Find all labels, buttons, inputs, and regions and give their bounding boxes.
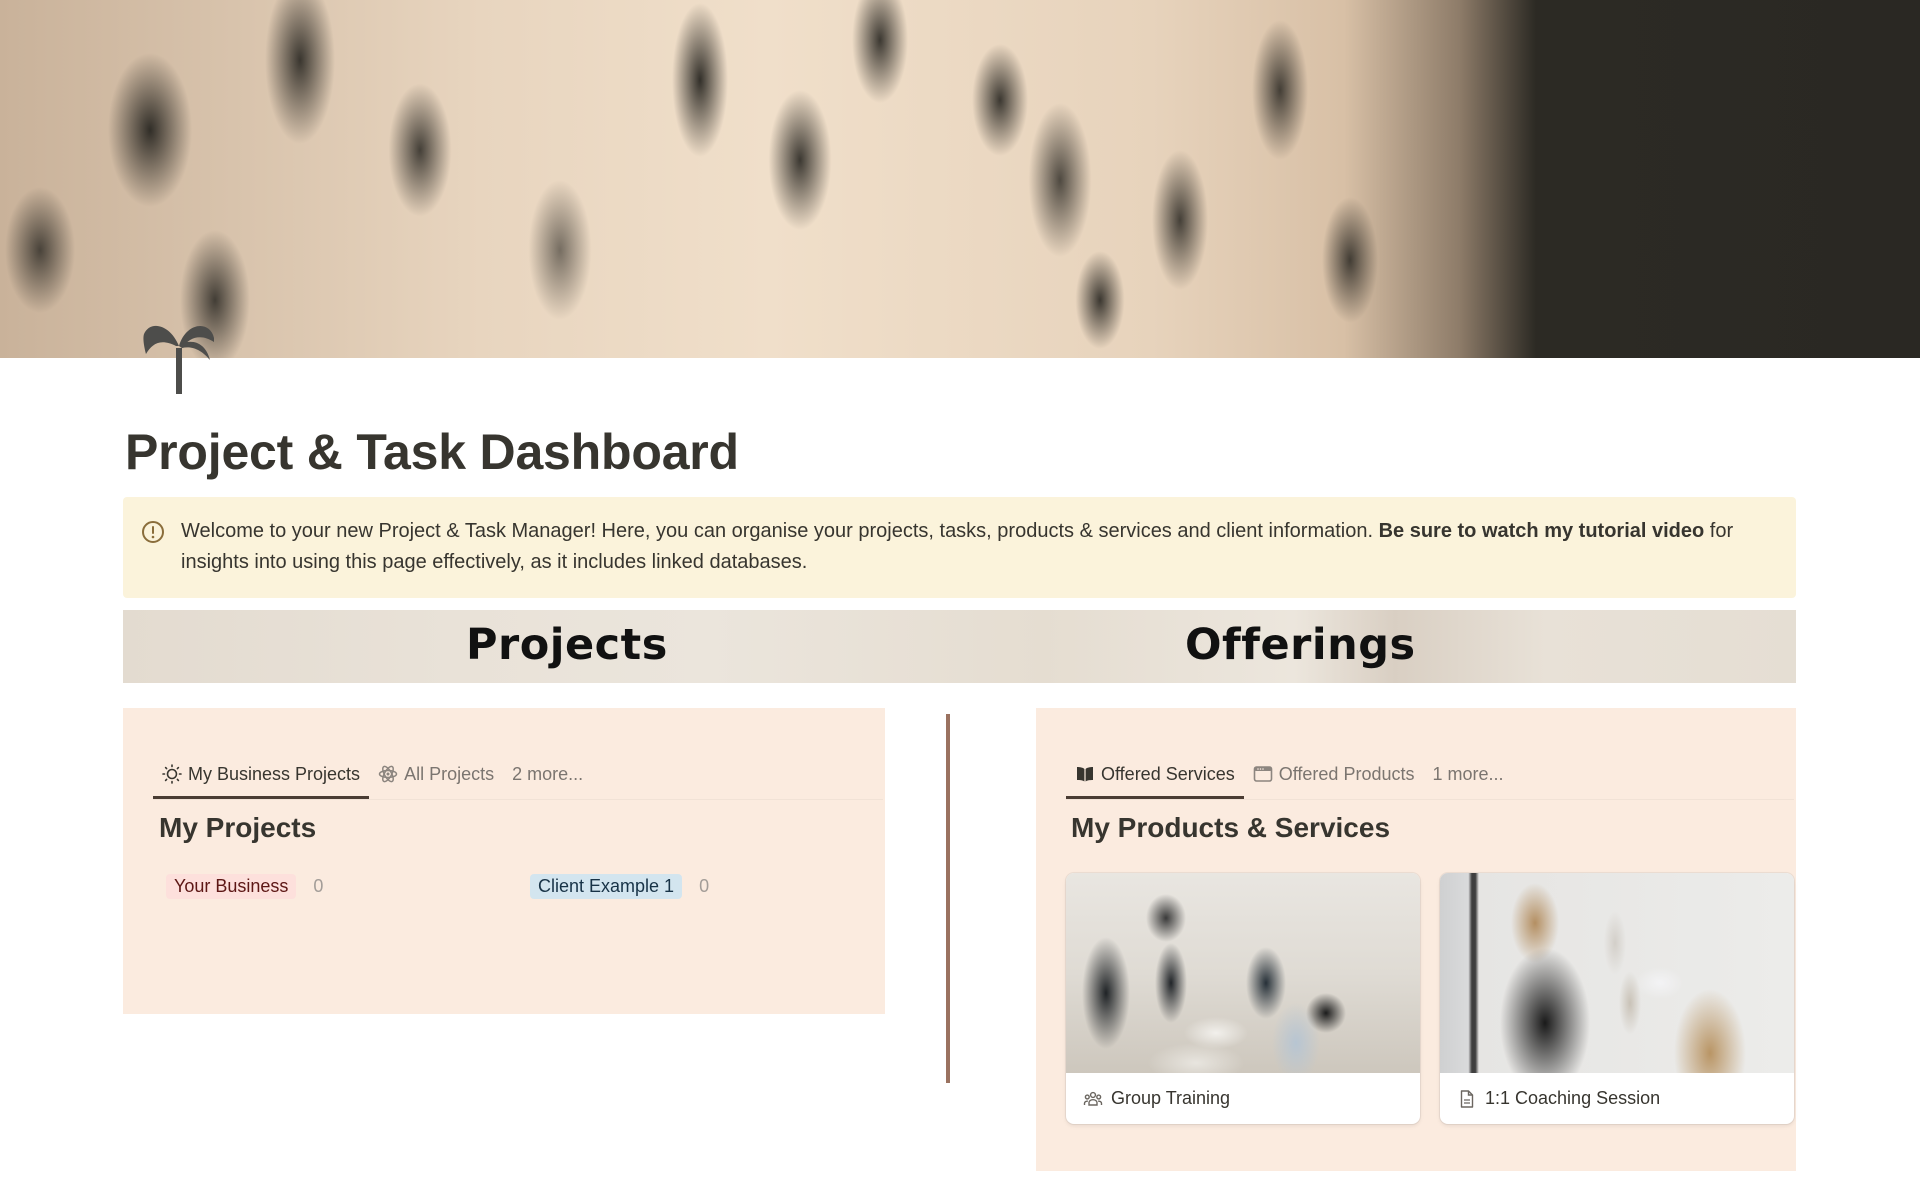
tab-label: Offered Services [1101, 763, 1235, 784]
book-open-icon [1077, 767, 1093, 782]
projects-section-title: My Projects [159, 812, 317, 843]
tab-label: My Business Projects [188, 763, 361, 784]
callout: Welcome to your new Project & Task Manag… [123, 497, 1796, 598]
card-footer: Group Training [1066, 1073, 1420, 1124]
tab-my-business-projects[interactable]: My Business Projects [153, 754, 370, 799]
cover-image [0, 0, 1920, 358]
card-footer: 1:1 Coaching Session [1440, 1073, 1794, 1124]
tab-label: All Projects [404, 763, 495, 784]
gallery-card[interactable]: 1:1 Coaching Session [1440, 873, 1794, 1124]
tab-label: 1 more... [1432, 763, 1504, 784]
atom-icon [378, 765, 398, 783]
group-count: 0 [699, 876, 710, 896]
banner-projects-label: Projects [466, 620, 668, 670]
projects-panel: My Business Projects All Projects 2 more… [123, 708, 885, 1014]
tab-more-views[interactable]: 2 more... [503, 754, 592, 794]
tab-label: 2 more... [512, 763, 584, 784]
gallery-card[interactable]: Group Training [1066, 873, 1420, 1124]
group-count: 0 [313, 876, 324, 896]
section-banner: Projects Offerings [123, 610, 1796, 683]
people-group-icon [1083, 1091, 1103, 1106]
palm-tree-icon[interactable] [140, 316, 216, 394]
card-title: 1:1 Coaching Session [1485, 1088, 1661, 1108]
card-cover-image [1066, 873, 1420, 1073]
alert-circle-icon [142, 521, 164, 543]
browser-window-icon [1253, 766, 1273, 782]
tab-offered-products[interactable]: Offered Products [1244, 754, 1424, 794]
card-cover-image [1440, 873, 1794, 1073]
tab-all-projects[interactable]: All Projects [369, 754, 503, 794]
callout-text: Welcome to your new Project & Task Manag… [181, 520, 1733, 573]
projects-tabs-divider [153, 799, 883, 800]
callout-text-bold: Be sure to watch my tutorial video [1378, 520, 1705, 542]
tab-more-views[interactable]: 1 more... [1423, 754, 1512, 794]
column-divider [946, 714, 950, 1083]
tab-offered-services[interactable]: Offered Services [1066, 754, 1244, 799]
group-client-example-1[interactable]: Client Example 1 0 [530, 874, 709, 899]
offerings-view-tabs: Offered Services Offered Products 1 more… [1066, 754, 1513, 799]
projects-view-tabs: My Business Projects All Projects 2 more… [153, 754, 592, 799]
group-label: Your Business [166, 874, 297, 899]
document-icon [1460, 1089, 1474, 1108]
banner-offerings-label: Offerings [1185, 620, 1416, 670]
offerings-tabs-divider [1066, 799, 1794, 800]
tab-label: Offered Products [1278, 763, 1415, 784]
sun-icon [162, 764, 182, 784]
page-title: Project & Task Dashboard [125, 424, 739, 480]
card-title: Group Training [1111, 1088, 1231, 1108]
group-label: Client Example 1 [530, 874, 683, 899]
offerings-section-title: My Products & Services [1071, 812, 1391, 843]
group-your-business[interactable]: Your Business 0 [166, 874, 323, 899]
callout-text-intro: Welcome to your new Project & Task Manag… [181, 520, 1379, 542]
